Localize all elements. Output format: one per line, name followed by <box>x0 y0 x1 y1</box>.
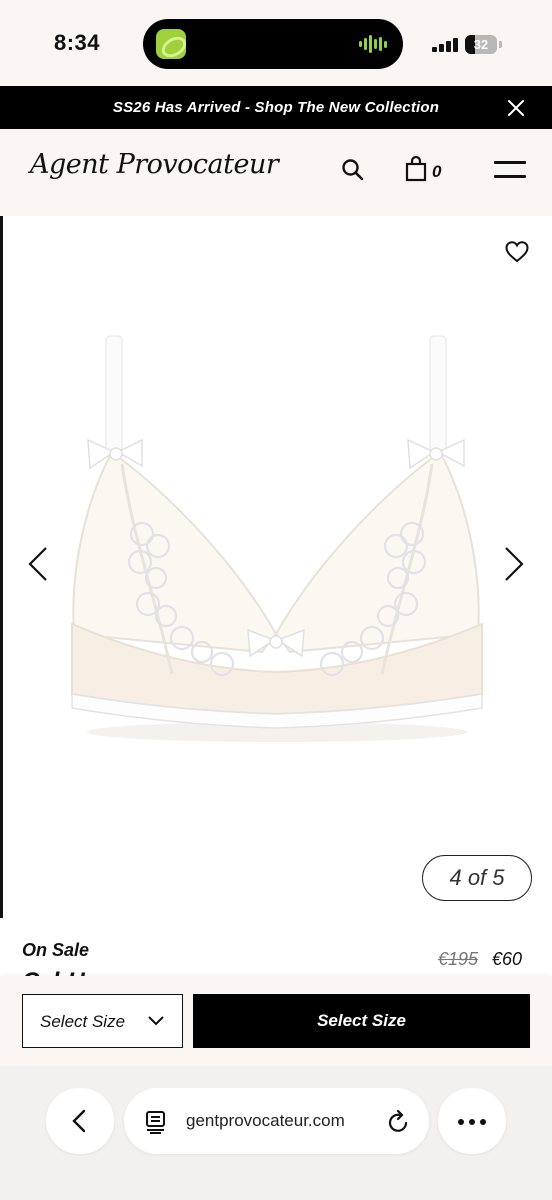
battery-level: 32 <box>473 37 489 52</box>
product-gallery[interactable]: 4 of 5 <box>0 216 552 918</box>
tabs-icon[interactable] <box>144 1109 168 1135</box>
address-bar[interactable]: gentprovocateur.com <box>124 1088 429 1154</box>
promo-banner: SS26 Has Arrived - Shop The New Collecti… <box>0 86 552 129</box>
product-image[interactable] <box>62 334 492 746</box>
status-bar: 8:34 32 <box>0 0 552 86</box>
gallery-edge <box>0 216 3 918</box>
image-counter: 4 of 5 <box>422 855 532 901</box>
promo-banner-text[interactable]: SS26 Has Arrived - Shop The New Collecti… <box>0 99 552 116</box>
site-header: Agent Provocateur 0 <box>0 129 552 216</box>
sale-price: €60 <box>492 949 523 969</box>
brand-logo[interactable]: Agent Provocateur <box>30 149 279 180</box>
bag-count[interactable]: 0 <box>432 162 441 182</box>
url-text[interactable]: gentprovocateur.com <box>186 1111 345 1131</box>
sticky-action-bar: Select Size Select Size <box>0 976 552 1066</box>
chevron-right-icon[interactable] <box>502 544 526 584</box>
audio-wave-icon <box>359 34 389 54</box>
bag-icon[interactable] <box>404 155 430 183</box>
dynamic-island <box>143 19 403 69</box>
status-time: 8:34 <box>54 30 101 55</box>
browser-toolbar: gentprovocateur.com <box>0 1066 552 1200</box>
back-icon[interactable] <box>46 1088 114 1154</box>
battery-cap <box>499 41 502 48</box>
close-icon[interactable] <box>504 96 528 120</box>
battery-icon: 32 <box>465 35 497 54</box>
more-icon[interactable] <box>438 1088 506 1154</box>
chevron-left-icon[interactable] <box>26 544 50 584</box>
original-price: €195 <box>438 949 479 969</box>
chevron-down-icon <box>147 1014 165 1028</box>
search-icon[interactable] <box>340 157 366 183</box>
select-size-button[interactable]: Select Size <box>193 994 530 1048</box>
reload-icon[interactable] <box>386 1108 412 1136</box>
heart-icon[interactable] <box>504 240 530 264</box>
size-dropdown[interactable]: Select Size <box>22 994 183 1048</box>
sale-badge: On Sale <box>22 940 90 960</box>
menu-icon[interactable] <box>494 159 526 179</box>
app-activity-icon <box>156 29 186 59</box>
signal-icon <box>432 38 458 52</box>
size-dropdown-value: Select Size <box>40 1012 126 1031</box>
